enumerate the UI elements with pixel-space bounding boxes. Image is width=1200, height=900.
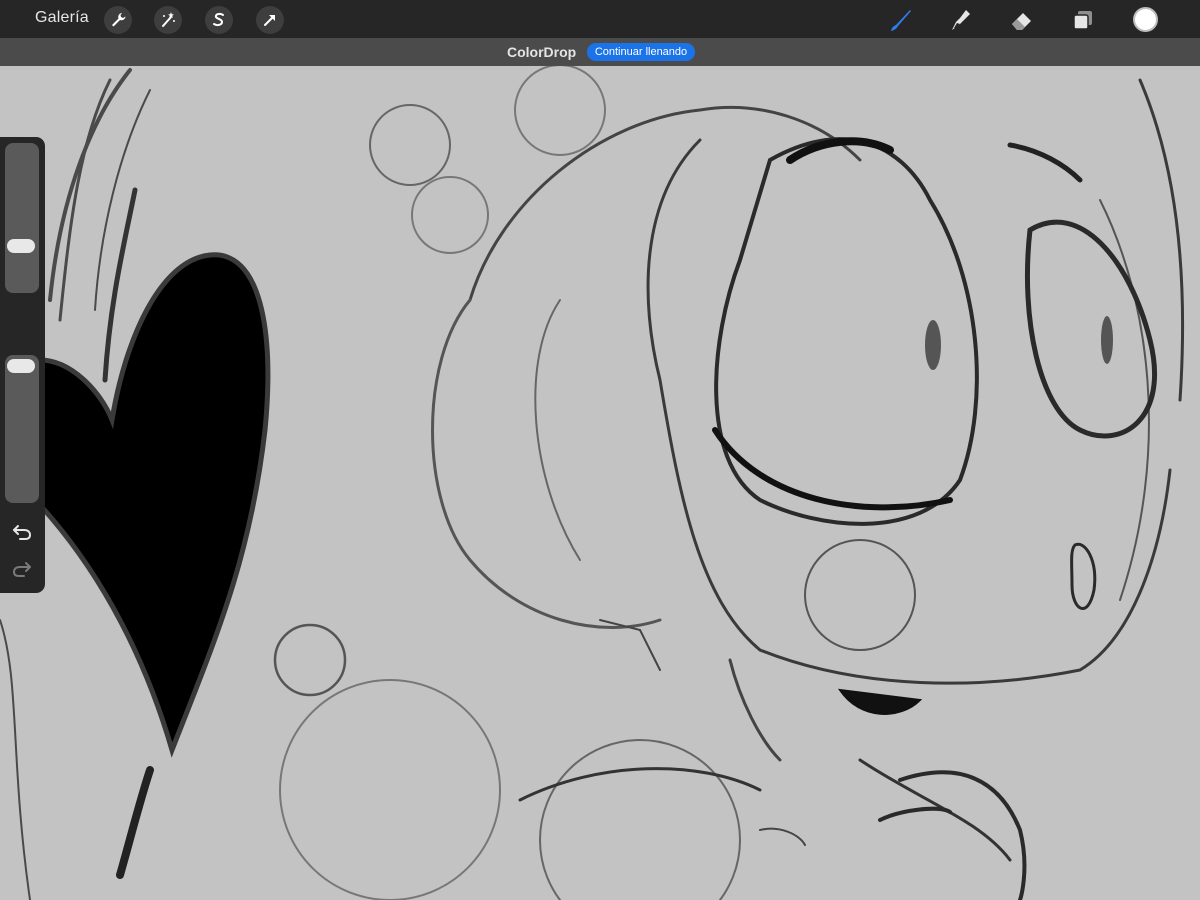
transform-arrow-icon — [264, 15, 275, 26]
drawing-canvas[interactable] — [0, 66, 1200, 900]
eraser-tool[interactable] — [1006, 4, 1038, 36]
gallery-button[interactable]: Galería — [35, 9, 89, 27]
brush-icon — [891, 10, 911, 31]
undo-icon — [13, 525, 32, 540]
color-picker-button[interactable] — [1133, 7, 1158, 32]
smudge-icon — [952, 10, 970, 30]
redo-button[interactable] — [11, 558, 33, 580]
layers-button[interactable] — [1067, 4, 1099, 36]
wrench-icon — [112, 13, 126, 27]
left-sidebar — [0, 137, 45, 593]
opacity-thumb[interactable] — [7, 359, 35, 373]
eraser-icon — [1012, 13, 1031, 30]
smudge-tool[interactable] — [944, 4, 976, 36]
brush-size-slider[interactable] — [5, 143, 39, 293]
adjustments-button[interactable] — [154, 6, 182, 34]
brush-size-thumb[interactable] — [7, 239, 35, 253]
undo-button[interactable] — [11, 521, 33, 543]
continue-filling-button[interactable]: Continuar llenando — [587, 43, 695, 61]
colordrop-title: ColorDrop — [507, 44, 577, 60]
brush-tool[interactable] — [884, 4, 916, 36]
actions-button[interactable] — [104, 6, 132, 34]
layers-icon — [1073, 11, 1092, 30]
opacity-slider[interactable] — [5, 355, 39, 503]
magic-wand-icon — [162, 12, 175, 27]
selection-s-icon — [213, 12, 224, 27]
redo-icon — [12, 562, 31, 577]
selection-button[interactable] — [205, 6, 233, 34]
transform-button[interactable] — [256, 6, 284, 34]
